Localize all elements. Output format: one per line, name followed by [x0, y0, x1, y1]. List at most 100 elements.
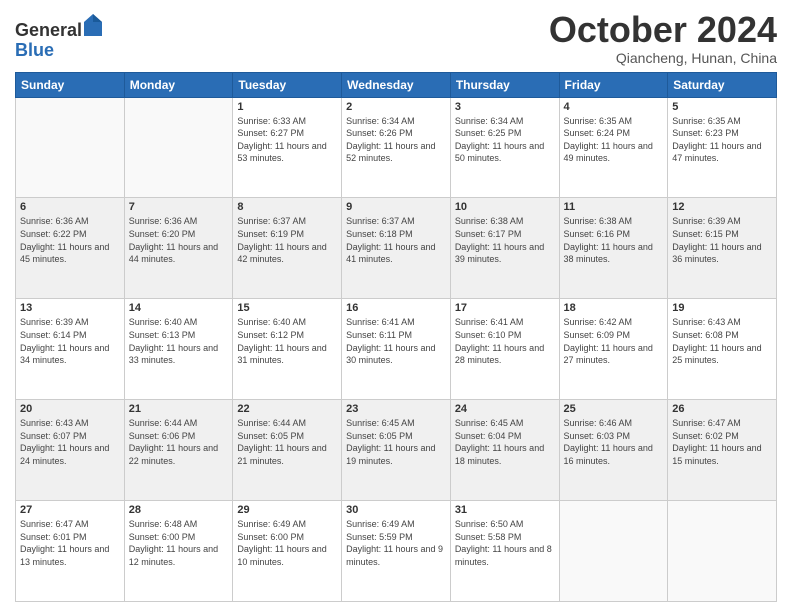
day-info: Sunrise: 6:40 AM Sunset: 6:12 PM Dayligh…: [237, 316, 337, 366]
day-cell-1: [16, 97, 125, 198]
day-info: Sunrise: 6:40 AM Sunset: 6:13 PM Dayligh…: [129, 316, 229, 366]
day-number: 16: [346, 302, 446, 314]
day-cell-26: 24Sunrise: 6:45 AM Sunset: 6:04 PM Dayli…: [450, 400, 559, 501]
day-cell-23: 21Sunrise: 6:44 AM Sunset: 6:06 PM Dayli…: [124, 400, 233, 501]
day-cell-21: 19 Sunrise: 6:43 AM Sunset: 6:08 PM Dayli…: [668, 299, 777, 400]
logo: General Blue: [15, 14, 102, 61]
day-number: 23: [346, 403, 446, 415]
day-cell-35: [668, 501, 777, 602]
day-number: 15: [237, 302, 337, 314]
day-info: Sunrise: 6:38 AM Sunset: 6:17 PM Dayligh…: [455, 215, 555, 265]
day-number: 25: [564, 403, 664, 415]
day-cell-15: 13 Sunrise: 6:39 AM Sunset: 6:14 PM Dayli…: [16, 299, 125, 400]
day-number: 27: [20, 504, 120, 516]
day-number: 1: [237, 101, 337, 113]
day-info: Sunrise: 6:39 AM Sunset: 6:14 PM Dayligh…: [20, 316, 120, 366]
day-number: 26: [672, 403, 772, 415]
day-cell-14: 12 Sunrise: 6:39 AM Sunset: 6:15 PM Dayli…: [668, 198, 777, 299]
day-info: Sunrise: 6:33 AM Sunset: 6:27 PM Dayligh…: [237, 115, 337, 165]
location: Qiancheng, Hunan, China: [549, 50, 777, 66]
day-number: 12: [672, 201, 772, 213]
day-cell-25: 23 Sunrise: 6:45 AM Sunset: 6:05 PM Dayli…: [342, 400, 451, 501]
day-info: Sunrise: 6:34 AM Sunset: 6:25 PM Dayligh…: [455, 115, 555, 165]
day-cell-7: 5 Sunrise: 6:35 AM Sunset: 6:23 PM Daylig…: [668, 97, 777, 198]
day-number: 9: [346, 201, 446, 213]
logo-blue: Blue: [15, 40, 54, 60]
day-number: 28: [129, 504, 229, 516]
day-info: Sunrise: 6:37 AM Sunset: 6:18 PM Dayligh…: [346, 215, 446, 265]
day-number: 24: [455, 403, 555, 415]
header-tuesday: Tuesday: [233, 72, 342, 97]
day-info: Sunrise: 6:41 AM Sunset: 6:10 PM Dayligh…: [455, 316, 555, 366]
day-number: 29: [237, 504, 337, 516]
day-cell-32: 30Sunrise: 6:49 AM Sunset: 5:59 PM Dayli…: [342, 501, 451, 602]
logo-icon: [84, 14, 102, 36]
week-row-4: 20 Sunrise: 6:43 AM Sunset: 6:07 PM Dayli…: [16, 400, 777, 501]
header-wednesday: Wednesday: [342, 72, 451, 97]
day-info: Sunrise: 6:35 AM Sunset: 6:24 PM Dayligh…: [564, 115, 664, 165]
day-number: 5: [672, 101, 772, 113]
day-number: 31: [455, 504, 555, 516]
day-info: Sunrise: 6:39 AM Sunset: 6:15 PM Dayligh…: [672, 215, 772, 265]
day-cell-29: 27 Sunrise: 6:47 AM Sunset: 6:01 PM Dayli…: [16, 501, 125, 602]
calendar-table: Sunday Monday Tuesday Wednesday Thursday…: [15, 72, 777, 602]
week-row-1: 1 Sunrise: 6:33 AM Sunset: 6:27 PM Daylig…: [16, 97, 777, 198]
day-cell-22: 20 Sunrise: 6:43 AM Sunset: 6:07 PM Dayli…: [16, 400, 125, 501]
day-number: 8: [237, 201, 337, 213]
header-thursday: Thursday: [450, 72, 559, 97]
day-info: Sunrise: 6:36 AM Sunset: 6:22 PM Dayligh…: [20, 215, 120, 265]
day-cell-12: 10 Sunrise: 6:38 AM Sunset: 6:17 PM Dayli…: [450, 198, 559, 299]
day-cell-24: 22Sunrise: 6:44 AM Sunset: 6:05 PM Dayli…: [233, 400, 342, 501]
page: General Blue October 2024 Qiancheng, Hun…: [0, 0, 792, 612]
day-cell-11: 9 Sunrise: 6:37 AM Sunset: 6:18 PM Daylig…: [342, 198, 451, 299]
logo-general: General: [15, 20, 82, 40]
day-cell-9: 7Sunrise: 6:36 AM Sunset: 6:20 PM Daylig…: [124, 198, 233, 299]
day-info: Sunrise: 6:45 AM Sunset: 6:05 PM Dayligh…: [346, 417, 446, 467]
day-cell-20: 18 Sunrise: 6:42 AM Sunset: 6:09 PM Dayli…: [559, 299, 668, 400]
day-info: Sunrise: 6:47 AM Sunset: 6:01 PM Dayligh…: [20, 518, 120, 568]
day-info: Sunrise: 6:46 AM Sunset: 6:03 PM Dayligh…: [564, 417, 664, 467]
day-cell-2: [124, 97, 233, 198]
day-number: 10: [455, 201, 555, 213]
day-cell-4: 2Sunrise: 6:34 AM Sunset: 6:26 PM Daylig…: [342, 97, 451, 198]
day-number: 6: [20, 201, 120, 213]
day-number: 22: [237, 403, 337, 415]
day-info: Sunrise: 6:43 AM Sunset: 6:08 PM Dayligh…: [672, 316, 772, 366]
day-info: Sunrise: 6:36 AM Sunset: 6:20 PM Dayligh…: [129, 215, 229, 265]
day-info: Sunrise: 6:42 AM Sunset: 6:09 PM Dayligh…: [564, 316, 664, 366]
day-number: 19: [672, 302, 772, 314]
day-info: Sunrise: 6:49 AM Sunset: 6:00 PM Dayligh…: [237, 518, 337, 568]
week-row-2: 6 Sunrise: 6:36 AM Sunset: 6:22 PM Daylig…: [16, 198, 777, 299]
day-cell-8: 6 Sunrise: 6:36 AM Sunset: 6:22 PM Daylig…: [16, 198, 125, 299]
day-cell-13: 11Sunrise: 6:38 AM Sunset: 6:16 PM Dayli…: [559, 198, 668, 299]
title-block: October 2024 Qiancheng, Hunan, China: [549, 10, 777, 66]
weekday-header-row: Sunday Monday Tuesday Wednesday Thursday…: [16, 72, 777, 97]
day-cell-19: 17 Sunrise: 6:41 AM Sunset: 6:10 PM Dayli…: [450, 299, 559, 400]
day-info: Sunrise: 6:47 AM Sunset: 6:02 PM Dayligh…: [672, 417, 772, 467]
day-number: 3: [455, 101, 555, 113]
header-monday: Monday: [124, 72, 233, 97]
day-number: 17: [455, 302, 555, 314]
day-cell-6: 4 Sunrise: 6:35 AM Sunset: 6:24 PM Daylig…: [559, 97, 668, 198]
day-cell-33: 31 Sunrise: 6:50 AM Sunset: 5:58 PM Dayli…: [450, 501, 559, 602]
day-info: Sunrise: 6:34 AM Sunset: 6:26 PM Dayligh…: [346, 115, 446, 165]
day-cell-18: 16 Sunrise: 6:41 AM Sunset: 6:11 PM Dayli…: [342, 299, 451, 400]
day-info: Sunrise: 6:41 AM Sunset: 6:11 PM Dayligh…: [346, 316, 446, 366]
day-number: 18: [564, 302, 664, 314]
day-info: Sunrise: 6:49 AM Sunset: 5:59 PM Dayligh…: [346, 518, 446, 568]
day-number: 21: [129, 403, 229, 415]
logo-text: General Blue: [15, 14, 102, 61]
day-info: Sunrise: 6:43 AM Sunset: 6:07 PM Dayligh…: [20, 417, 120, 467]
day-cell-16: 14 Sunrise: 6:40 AM Sunset: 6:13 PM Dayli…: [124, 299, 233, 400]
day-number: 4: [564, 101, 664, 113]
day-number: 14: [129, 302, 229, 314]
day-cell-27: 25 Sunrise: 6:46 AM Sunset: 6:03 PM Dayli…: [559, 400, 668, 501]
day-info: Sunrise: 6:38 AM Sunset: 6:16 PM Dayligh…: [564, 215, 664, 265]
header-sunday: Sunday: [16, 72, 125, 97]
day-info: Sunrise: 6:50 AM Sunset: 5:58 PM Dayligh…: [455, 518, 555, 568]
day-info: Sunrise: 6:35 AM Sunset: 6:23 PM Dayligh…: [672, 115, 772, 165]
month-title: October 2024: [549, 10, 777, 50]
day-number: 20: [20, 403, 120, 415]
header-friday: Friday: [559, 72, 668, 97]
day-number: 13: [20, 302, 120, 314]
